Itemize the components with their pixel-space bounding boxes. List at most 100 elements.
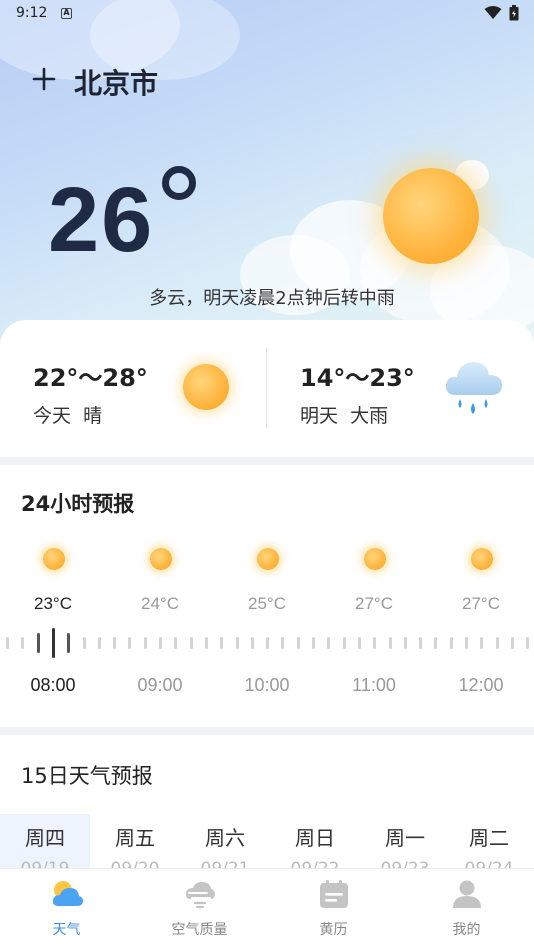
ruler-tick xyxy=(342,637,346,649)
nav-label: 黄历 xyxy=(319,922,348,938)
ruler-tick xyxy=(220,637,224,649)
day-label: 周四 xyxy=(25,826,65,850)
day-column[interactable]: 周六 09/21 xyxy=(180,814,270,879)
ruler-tick xyxy=(281,637,285,649)
nav-label: 天气 xyxy=(52,922,81,938)
ruler-tick xyxy=(495,637,499,649)
ruler-tick xyxy=(434,637,438,649)
today-weather: 晴 xyxy=(83,405,103,427)
battery-icon xyxy=(509,5,519,21)
daily-title: 15日天气预报 xyxy=(21,764,153,788)
ruler-tick xyxy=(97,637,101,649)
user-icon xyxy=(452,880,481,908)
day-label: 周二 xyxy=(469,826,509,850)
status-bar: 9:12 A xyxy=(0,0,534,28)
sun-icon xyxy=(383,168,479,264)
hourly-title: 24小时预报 xyxy=(21,492,135,516)
ruler-tick xyxy=(419,637,423,649)
today-temp-range: 22°～28° xyxy=(33,364,148,392)
today-desc: 今天 晴 xyxy=(33,401,102,428)
hour-temp: 23°C xyxy=(34,594,72,613)
ruler-tick xyxy=(465,637,468,649)
ruler-tick xyxy=(526,637,530,649)
ruler-tick xyxy=(266,637,270,649)
ruler-tick xyxy=(174,637,178,649)
nav-item-me[interactable]: 我的 xyxy=(400,869,533,950)
sun-icon xyxy=(150,548,172,570)
ruler-tick xyxy=(6,637,9,649)
bottom-nav: 天气 空气质量 黄历 我的 xyxy=(0,868,534,950)
city-name[interactable]: 北京市 xyxy=(74,62,158,102)
ruler-tick xyxy=(235,637,239,649)
ruler-tick xyxy=(113,637,117,649)
day-label: 周五 xyxy=(115,826,155,850)
tomorrow-desc: 明天 大雨 xyxy=(300,401,388,428)
day-column[interactable]: 周日 09/22 xyxy=(270,814,360,879)
ruler-tick xyxy=(357,637,361,649)
sun-icon xyxy=(471,548,493,570)
sun-icon xyxy=(364,548,386,570)
sun-icon xyxy=(257,548,279,570)
nav-item-air-quality[interactable]: 空气质量 xyxy=(133,869,266,950)
ruler-tick xyxy=(312,637,315,649)
ruler-tick xyxy=(250,637,254,649)
day-column[interactable]: 周五 09/20 xyxy=(90,814,180,879)
status-time: 9:12 xyxy=(16,5,48,21)
ruler-tick xyxy=(296,637,300,649)
a-notification-icon: A xyxy=(61,8,72,19)
hour-temp: 27°C xyxy=(355,594,393,613)
hour-temp: 25°C xyxy=(248,594,286,613)
condition-text: 多云，明天凌晨2点钟后转中雨 xyxy=(149,288,395,309)
today-label: 今天 xyxy=(33,405,72,427)
ruler-tick xyxy=(388,637,392,649)
tomorrow-label: 明天 xyxy=(300,405,339,427)
day-column[interactable]: 周一 09/23 xyxy=(360,814,450,879)
ruler-tick xyxy=(51,628,55,658)
ruler-tick xyxy=(403,637,407,649)
add-city-icon[interactable] xyxy=(32,67,56,91)
ruler-tick xyxy=(128,637,132,649)
ruler-tick xyxy=(204,637,208,649)
ruler-tick xyxy=(480,637,484,649)
ruler-tick xyxy=(449,637,453,649)
nav-item-almanac[interactable]: 黄历 xyxy=(267,869,400,950)
ruler-tick xyxy=(67,633,71,653)
tomorrow-weather: 大雨 xyxy=(350,405,389,427)
day-label: 周六 xyxy=(205,826,245,850)
ruler-tick xyxy=(21,637,25,649)
ruler-tick xyxy=(373,637,377,649)
hour-temp: 24°C xyxy=(141,594,179,613)
ruler-tick xyxy=(82,637,86,649)
hour-time: 08:00 xyxy=(30,675,76,695)
nav-label: 空气质量 xyxy=(171,922,228,938)
day-label: 周一 xyxy=(385,826,425,850)
ruler-tick xyxy=(189,637,193,649)
ruler-tick xyxy=(159,637,162,649)
current-temperature: 26 xyxy=(48,169,155,271)
hero-section: 9:12 A 北京市 26 多云，明天凌晨2点钟后转中雨 xyxy=(0,0,534,345)
ruler-tick xyxy=(36,633,40,653)
hour-time: 11:00 xyxy=(352,675,396,695)
ruler-tick xyxy=(327,637,331,649)
hour-time: 09:00 xyxy=(137,675,183,695)
wifi-icon xyxy=(484,6,502,19)
nav-label: 我的 xyxy=(452,922,481,938)
day-column[interactable]: 周二 09/24 xyxy=(444,814,534,874)
ruler-tick xyxy=(143,637,147,649)
sun-icon xyxy=(43,548,65,570)
degree-symbol xyxy=(162,166,196,200)
hour-time: 12:00 xyxy=(458,675,504,695)
today-sun-icon xyxy=(183,364,229,410)
calendar-icon xyxy=(319,880,348,908)
ruler-tick xyxy=(510,637,514,649)
air-quality-icon xyxy=(185,882,215,909)
heavy-rain-icon xyxy=(445,362,502,414)
day-column[interactable]: 周四 09/19 xyxy=(0,814,90,879)
hour-temp: 27°C xyxy=(462,594,500,613)
day-label: 周日 xyxy=(295,826,335,850)
nav-item-weather[interactable]: 天气 xyxy=(0,869,133,950)
cloud-sun-icon xyxy=(52,881,83,906)
tomorrow-temp-range: 14°～23° xyxy=(300,364,415,392)
card-divider xyxy=(266,348,267,428)
hour-time: 10:00 xyxy=(244,675,290,695)
